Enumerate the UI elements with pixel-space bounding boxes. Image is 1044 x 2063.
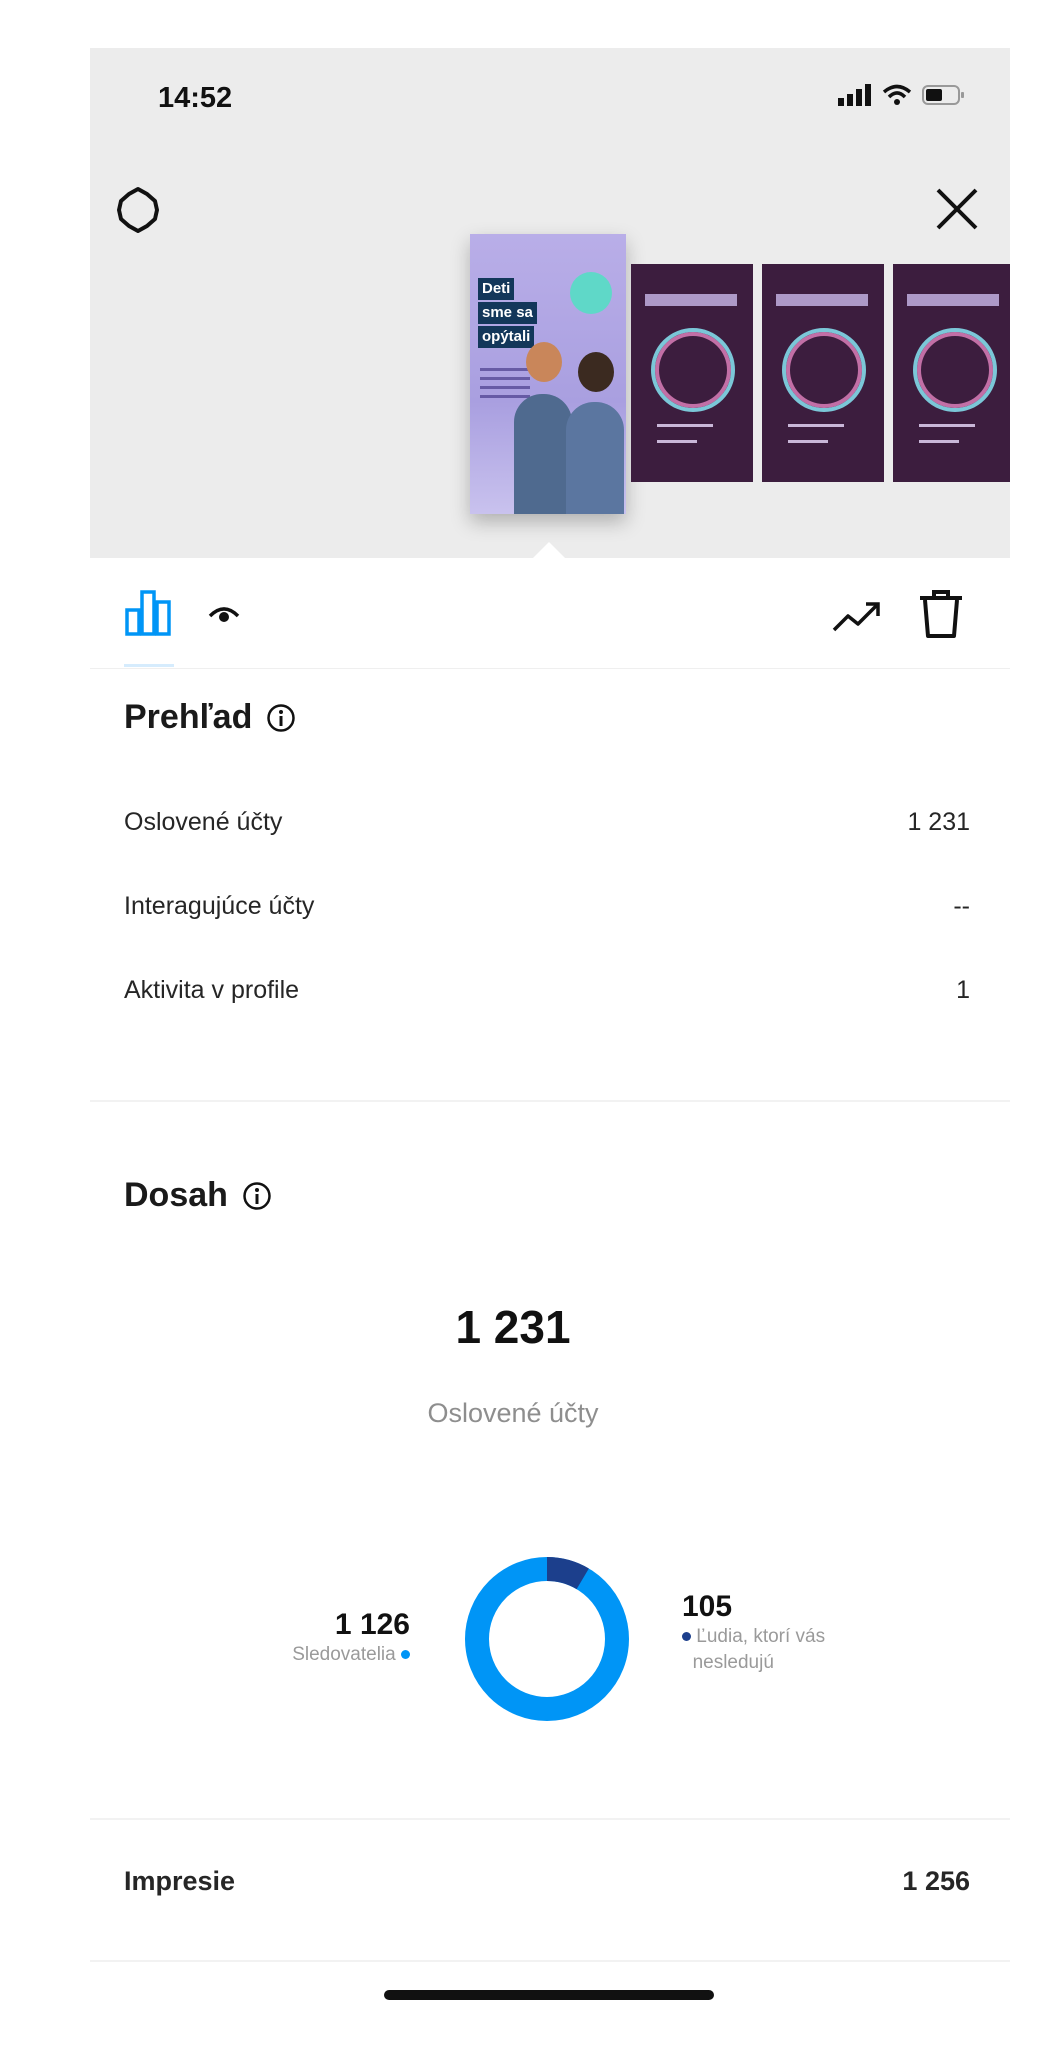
reach-title-text: Dosah [124, 1176, 228, 1214]
story-tag-line: opýtali [478, 326, 535, 348]
row-label: Interagujúce účty [124, 892, 315, 920]
wifi-icon [882, 84, 912, 105]
section-divider [90, 1960, 1010, 1962]
row-value: 1 231 [907, 808, 970, 836]
story-thumbnail[interactable] [893, 264, 1010, 482]
story-thumbnail[interactable] [631, 264, 753, 482]
story-preview-area: 14:52 Deti sme sa opýtali [90, 48, 1010, 560]
non-followers-value: 105 [682, 1590, 733, 1623]
signal-icon [838, 84, 871, 106]
row-label: Aktivita v profile [124, 976, 300, 1004]
overview-row-reached: Oslovené účty 1 231 [124, 808, 970, 837]
story-sticker [570, 272, 612, 314]
followers-value: 1 126 [334, 1608, 410, 1641]
impressions-value: 1 256 [902, 1866, 970, 1896]
status-icons [838, 84, 966, 106]
promote-trend-icon[interactable] [832, 598, 882, 634]
followers-dot [401, 1650, 410, 1660]
donut-followers-arc [465, 1557, 629, 1721]
row-value: -- [953, 892, 970, 920]
info-icon[interactable] [242, 1181, 272, 1211]
row-label: Oslovené účty [124, 808, 283, 836]
battery-icon [922, 85, 964, 105]
impressions-label: Impresie [124, 1866, 236, 1896]
section-divider [90, 1100, 1010, 1102]
followers-label: Sledovatelia [292, 1644, 396, 1665]
reach-donut-chart [465, 1557, 629, 1721]
story-photo-head [526, 342, 562, 382]
overview-title: Prehľad [124, 698, 296, 737]
story-photo-person [514, 394, 572, 514]
home-indicator[interactable] [384, 1990, 714, 2000]
non-followers-label-line1: Ľudia, ktorí vás [696, 1626, 826, 1647]
impressions-row: Impresie 1 256 [124, 1866, 970, 1897]
insights-screen: 14:52 Deti sme sa opýtali Prehľad Oslove… [90, 48, 1010, 2038]
reach-total-value: 1 231 [455, 1301, 571, 1353]
non-followers-label-line2: nesledujú [692, 1652, 774, 1673]
close-icon[interactable] [932, 184, 982, 234]
status-time: 14:52 [158, 82, 233, 114]
story-thumbnail[interactable] [762, 264, 884, 482]
overview-title-text: Prehľad [124, 698, 253, 736]
info-icon[interactable] [266, 703, 296, 733]
viewers-eye-icon[interactable] [208, 602, 240, 626]
non-followers-dot [682, 1632, 691, 1642]
followers-legend: 1 126 Sledovatelia [210, 1608, 410, 1668]
story-photo-person [566, 402, 624, 514]
story-tag-line: Deti [478, 278, 515, 300]
reach-title: Dosah [124, 1176, 272, 1215]
row-value: 1 [956, 976, 970, 1004]
story-text-lines [480, 362, 530, 404]
story-photo-head [578, 352, 614, 392]
overview-row-profile-activity: Aktivita v profile 1 [124, 976, 970, 1005]
insights-toolbar [90, 558, 1010, 669]
story-tag-line: sme sa [478, 302, 537, 324]
stats-tab-icon[interactable] [124, 588, 172, 636]
non-followers-legend: 105 Ľudia, ktorí vás nesledujú [682, 1590, 922, 1676]
delete-trash-icon[interactable] [918, 588, 964, 640]
active-tab-indicator [124, 664, 174, 667]
story-thumbnail-selected[interactable]: Deti sme sa opýtali [470, 234, 626, 514]
overview-row-engaged: Interagujúce účty -- [124, 892, 970, 921]
section-divider [90, 1818, 1010, 1820]
settings-gear-icon[interactable] [114, 186, 162, 234]
reach-total-label: Oslovené účty [427, 1398, 599, 1428]
